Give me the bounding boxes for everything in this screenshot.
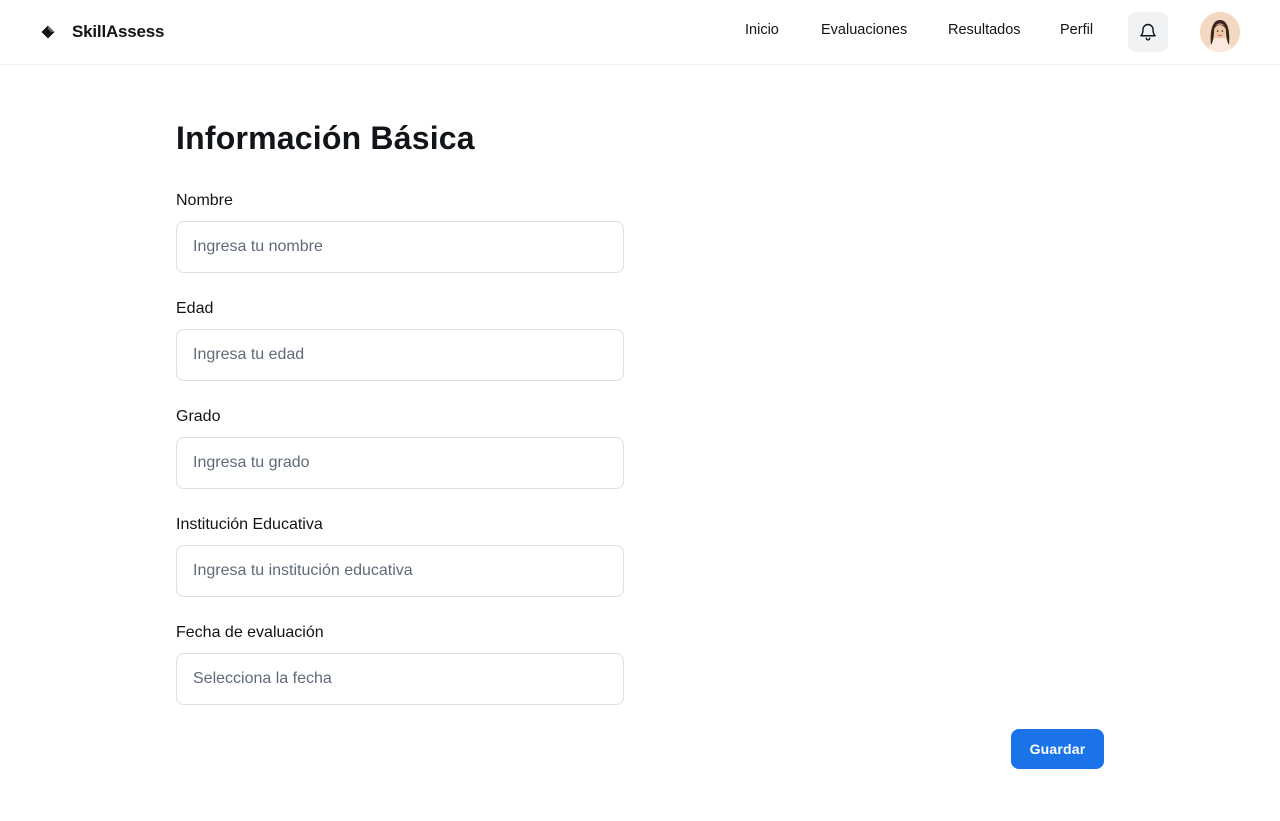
brand[interactable]: SkillAssess bbox=[40, 20, 165, 44]
nav-link-perfil[interactable]: Perfil bbox=[1060, 22, 1093, 38]
user-avatar[interactable] bbox=[1200, 12, 1240, 52]
edad-label: Edad bbox=[176, 300, 214, 317]
institucion-label: Institución Educativa bbox=[176, 516, 323, 533]
nombre-label: Nombre bbox=[176, 192, 233, 209]
nav-link-evaluaciones[interactable]: Evaluaciones bbox=[821, 22, 907, 38]
diamond-logo-icon bbox=[41, 25, 55, 39]
bell-icon bbox=[1140, 23, 1156, 41]
avatar-image bbox=[1200, 12, 1240, 52]
brand-name: SkillAssess bbox=[72, 22, 165, 41]
notifications-button[interactable] bbox=[1128, 12, 1168, 52]
fecha-label: Fecha de evaluación bbox=[176, 624, 324, 641]
grado-input[interactable] bbox=[176, 437, 624, 489]
nombre-input[interactable] bbox=[176, 221, 624, 273]
grado-label: Grado bbox=[176, 408, 221, 425]
top-navigation-bar: SkillAssess Inicio Evaluaciones Resultad… bbox=[0, 0, 1280, 65]
nav-link-inicio[interactable]: Inicio bbox=[745, 22, 779, 38]
institucion-input[interactable] bbox=[176, 545, 624, 597]
page-title: Información Básica bbox=[176, 120, 475, 156]
fecha-input[interactable] bbox=[176, 653, 624, 705]
edad-input[interactable] bbox=[176, 329, 624, 381]
save-button[interactable]: Guardar bbox=[1011, 729, 1104, 769]
nav-link-resultados[interactable]: Resultados bbox=[948, 22, 1021, 38]
